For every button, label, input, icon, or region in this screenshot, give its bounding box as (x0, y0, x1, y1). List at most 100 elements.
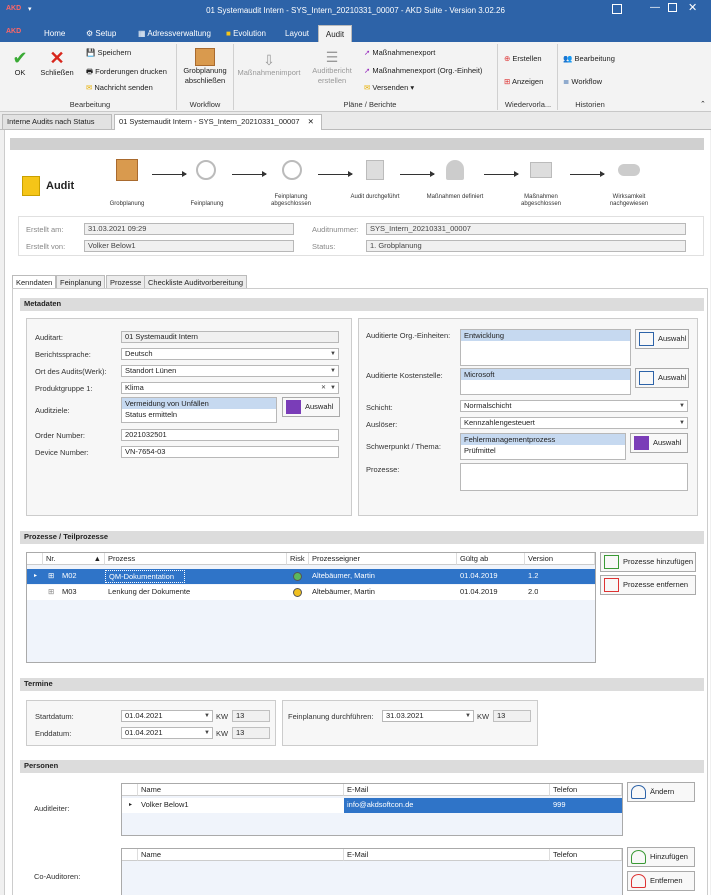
processes-label: Prozesse: (366, 465, 400, 474)
list-item[interactable]: Microsoft (461, 369, 630, 380)
col-version[interactable]: Version (525, 553, 595, 565)
doctab-internal-audits[interactable]: Interne Audits nach Status (2, 114, 112, 130)
akd-menu[interactable]: AKD (6, 28, 21, 35)
remove-process-icon (604, 578, 619, 592)
col-name[interactable]: Name (138, 849, 344, 861)
restore-icon[interactable] (612, 4, 622, 14)
create-reminder-button[interactable]: ⊕ Erstellen (504, 54, 542, 63)
kw-label: KW (216, 729, 229, 738)
step-feinplanung-icon (196, 160, 216, 180)
col-nr[interactable]: Nr. ▲ (43, 553, 105, 565)
measures-export-org-button[interactable]: ➚ Maßnahmenexport (Org.-Einheit) (364, 66, 482, 75)
col-process[interactable]: Prozess (105, 553, 287, 565)
audit-goals-list[interactable]: Vermeidung von Unfällen Status ermitteln (121, 397, 277, 423)
goals-select-button[interactable]: Auswahl (282, 397, 340, 417)
org-select-button[interactable]: Auswahl (635, 329, 689, 349)
tab-kenndaten[interactable]: Kenndaten (12, 275, 57, 289)
col-email[interactable]: E-Mail (344, 849, 550, 861)
audit-book-icon (22, 176, 40, 196)
report-language-label: Berichtssprache: (35, 350, 91, 359)
tab-home[interactable]: Home (40, 25, 69, 42)
table-row[interactable]: ▸ Volker Below1 info@akdsoftcon.de 999 (122, 798, 622, 813)
processes-textarea[interactable] (460, 463, 688, 491)
history-workflow-button[interactable]: ≣ Workflow (563, 77, 602, 86)
measures-import-button[interactable]: ⇩ Maßnahmenimport (236, 52, 302, 78)
tab-evolution[interactable]: ■ Evolution (222, 25, 270, 42)
col-name[interactable]: Name (138, 784, 344, 796)
audit-goals-label: Auditziele: (35, 406, 70, 415)
list-item[interactable]: Status ermitteln (122, 409, 276, 420)
chevron-down-icon: ▼ (465, 713, 471, 719)
remove-processes-button[interactable]: Prozesse entfernen (600, 575, 696, 595)
collapse-ribbon-icon[interactable]: ⌃ (700, 100, 706, 108)
clear-icon[interactable]: ✕ (321, 383, 326, 393)
col-valid[interactable]: Gültg ab (457, 553, 525, 565)
close-button[interactable]: ✕ Schließen (38, 48, 76, 78)
doctab-current-audit[interactable]: 01 Systemaudit Intern - SYS_Intern_20210… (114, 114, 322, 130)
dispatch-button[interactable]: ✉ Versenden ▾ (364, 83, 414, 92)
remove-co-auditor-button[interactable]: Entfernen (627, 871, 695, 891)
tab-layout[interactable]: Layout (281, 25, 313, 42)
table-row[interactable]: ⊞ M03 Lenkung der Dokumente Altebäumer, … (27, 585, 595, 600)
end-date-picker[interactable]: 01.04.2021 ▼ (121, 727, 213, 739)
minimize-icon[interactable]: — (650, 2, 660, 13)
ribbon-group-history: Historien (575, 100, 605, 109)
col-phone[interactable]: Telefon (550, 784, 622, 796)
tab-feinplanung[interactable]: Feinplanung (56, 275, 106, 289)
audit-report-button[interactable]: ☰ Auditbericht erstellen (308, 48, 356, 86)
ribbon: ✔ OK ✕ Schließen 💾 Speichern 🖶 Forderung… (0, 42, 711, 112)
history-edit-button[interactable]: 👥 Bearbeitung (563, 54, 615, 63)
org-tree-icon (639, 332, 654, 346)
cost-center-list[interactable]: Microsoft (460, 368, 631, 395)
col-email[interactable]: E-Mail (344, 784, 550, 796)
show-reminder-button[interactable]: ⊞ Anzeigen (504, 77, 543, 86)
close-icon[interactable]: ✕ (688, 1, 697, 14)
tab-prozesse[interactable]: Prozesse (106, 275, 146, 289)
focus-select-button[interactable]: Auswahl (630, 433, 688, 453)
device-number-input[interactable]: VN-7654-03 (121, 446, 339, 458)
order-number-input[interactable]: 2021032501 (121, 429, 339, 441)
user-remove-icon (631, 874, 646, 888)
user-edit-icon (631, 785, 646, 799)
tab-checkliste[interactable]: Checkliste Auditvorbereitung (144, 275, 248, 289)
list-item[interactable]: Prüfmittel (461, 445, 625, 456)
expand-icon[interactable]: ⊞ (45, 585, 54, 599)
tab-setup[interactable]: ⚙ Setup (82, 25, 120, 42)
print-demands-button[interactable]: 🖶 Forderungen drucken (86, 66, 167, 79)
add-processes-button[interactable]: Prozesse hinzufügen (600, 552, 696, 572)
close-tab-icon[interactable]: ✕ (308, 117, 314, 126)
expand-icon[interactable]: ⊞ (45, 569, 54, 583)
fine-planning-date-picker[interactable]: 31.03.2021 ▼ (382, 710, 474, 722)
dates-section-header: Termine (20, 678, 704, 691)
add-co-auditor-button[interactable]: Hinzufügen (627, 847, 695, 867)
ok-button[interactable]: ✔ OK (8, 48, 32, 78)
col-owner[interactable]: Prozesseigner (309, 553, 457, 565)
list-item[interactable]: Vermeidung von Unfällen (122, 398, 276, 409)
tab-audit[interactable]: Audit (318, 25, 352, 42)
focus-label: Schwerpunkt / Thema: (366, 442, 441, 451)
table-row[interactable]: ▸ ⊞ M02 QM-Dokumentation Altebäumer, Mar… (27, 569, 595, 584)
save-button[interactable]: 💾 Speichern (86, 48, 131, 57)
list-item[interactable]: Entwicklung (461, 330, 630, 341)
finish-planning-button[interactable]: Grobplanung abschließen (180, 48, 230, 86)
list-item[interactable]: Fehlermanagementprozess (461, 434, 625, 445)
tab-adressverwaltung[interactable]: ▦ Adressverwaltung (134, 25, 215, 42)
print-icon: 🖶 (86, 67, 96, 76)
site-select[interactable]: Standort Lünen ▼ (121, 365, 339, 377)
send-message-button[interactable]: ✉ Nachricht senden (86, 83, 153, 92)
report-language-select[interactable]: Deutsch ▼ (121, 348, 339, 360)
change-lead-button[interactable]: Ändern (627, 782, 695, 802)
cost-select-button[interactable]: Auswahl (635, 368, 689, 388)
step-grobplanung-icon (116, 159, 138, 181)
col-risk[interactable]: Risk (287, 553, 309, 565)
org-units-list[interactable]: Entwicklung (460, 329, 631, 366)
col-phone[interactable]: Telefon (550, 849, 622, 861)
measures-export-button[interactable]: ➚ Maßnahmenexport (364, 48, 435, 57)
product-group-select[interactable]: Klima ✕ ▼ (121, 382, 339, 394)
focus-list[interactable]: Fehlermanagementprozess Prüfmittel (460, 433, 626, 460)
trigger-select[interactable]: Kennzahlengesteuert ▼ (460, 417, 688, 429)
status-field: 1. Grobplanung (366, 240, 686, 252)
start-date-picker[interactable]: 01.04.2021 ▼ (121, 710, 213, 722)
shift-select[interactable]: Normalschicht ▼ (460, 400, 688, 412)
maximize-icon[interactable] (668, 3, 677, 12)
